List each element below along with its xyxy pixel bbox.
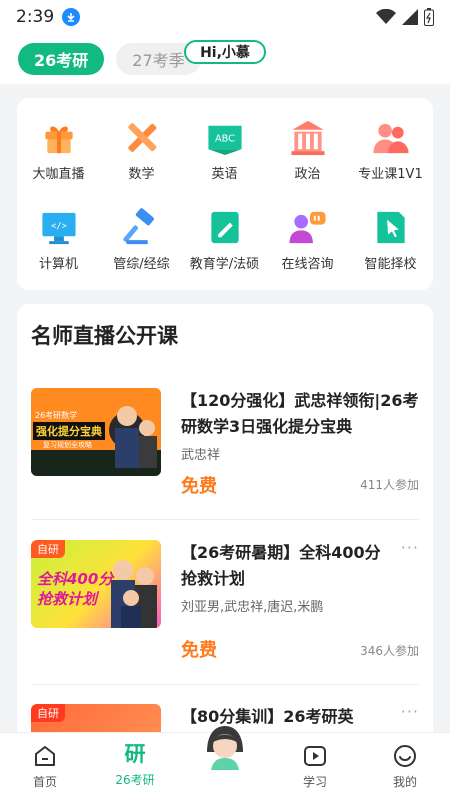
grid-item-politics[interactable]: 政治 xyxy=(266,98,349,182)
course-title: 【120分强化】武忠祥领衔|26考研数学3日强化提分宝典 xyxy=(181,391,419,436)
participant-count: 411人参加 xyxy=(360,478,419,492)
nav-study[interactable]: 学习 xyxy=(270,733,360,797)
grid-item-english[interactable]: ABC 英语 xyxy=(183,98,266,182)
nav-label: 首页 xyxy=(32,775,57,789)
grid-label: 数学 xyxy=(128,167,155,182)
gavel-icon xyxy=(122,208,154,245)
section-title: 名师直播公开课 xyxy=(31,324,178,348)
gift-icon xyxy=(44,126,73,154)
svg-text:</>: </> xyxy=(51,221,67,231)
abc-book-icon: ABC xyxy=(207,125,242,156)
nav-label: 26考研 xyxy=(115,773,155,787)
course-item[interactable]: 自研 全科400分 抢救计划 【26考研暑期】全科400分抢救计划 ··· 刘亚… xyxy=(31,538,419,670)
yan-char-icon: 研 xyxy=(124,742,146,766)
grid-item-1v1[interactable]: 专业课1V1 xyxy=(349,98,432,182)
assistant-label: Hi,小慕 xyxy=(200,45,250,61)
grid-label: 计算机 xyxy=(38,257,78,272)
thumb-tag: 26考研数学 xyxy=(35,411,78,420)
grid-item-math[interactable]: 数学 xyxy=(100,98,183,182)
course-section: 名师直播公开课 26考研数学 强化提分宝典 复习规划全攻略 【120分强化】武忠… xyxy=(17,304,433,744)
svg-text:ABC: ABC xyxy=(215,133,235,144)
grid-label: 在线咨询 xyxy=(281,257,334,272)
grid-item-computer[interactable]: </> 计算机 xyxy=(17,188,100,272)
home-icon xyxy=(35,746,55,766)
course-price: 免费 xyxy=(181,640,217,661)
thumb-title: 全科400分 xyxy=(37,570,114,588)
grid-item-school-select[interactable]: 智能择校 xyxy=(349,188,432,272)
nav-home[interactable]: 首页 xyxy=(0,733,90,797)
building-icon xyxy=(290,120,325,156)
assistant-button[interactable]: Hi,小慕 xyxy=(184,40,266,64)
download-icon xyxy=(62,8,81,26)
course-teacher: 武忠祥 xyxy=(181,448,221,463)
grid-item-consult[interactable]: 在线咨询 xyxy=(266,188,349,272)
grid-label: 政治 xyxy=(294,167,321,182)
status-bar: 2:39 xyxy=(0,0,450,34)
thumb-title: 强化提分宝典 xyxy=(33,422,105,440)
participant-count: 346人参加 xyxy=(360,644,419,658)
category-grid: 大咖直播 数学 ABC 英语 政治 专业课1V1 </> 计算机 管综/经综 教… xyxy=(17,98,433,290)
signal-icon xyxy=(402,9,418,25)
grid-item-education[interactable]: 教育学/法硕 xyxy=(183,188,266,272)
monitor-code-icon: </> xyxy=(41,212,76,245)
nav-mine[interactable]: 我的 xyxy=(360,733,450,797)
nav-label: 学习 xyxy=(302,775,327,789)
more-options-icon[interactable]: ··· xyxy=(401,538,419,557)
grid-label: 教育学/法硕 xyxy=(189,257,260,272)
nav-26kaoyan[interactable]: 研 26考研 xyxy=(90,733,180,797)
grid-label: 大咖直播 xyxy=(32,167,85,182)
book-pencil-icon xyxy=(210,211,239,244)
course-thumbnail: 26考研数学 强化提分宝典 复习规划全攻略 xyxy=(31,388,161,476)
course-teacher: 刘亚男,武忠祥,唐迟,米鹏 xyxy=(181,600,324,615)
grid-label: 管综/经综 xyxy=(113,257,170,272)
assistant-avatar-icon[interactable] xyxy=(199,722,251,770)
grid-label: 英语 xyxy=(211,167,238,182)
grid-label: 专业课1V1 xyxy=(358,167,423,182)
course-price: 免费 xyxy=(181,476,217,497)
pointer-icon xyxy=(376,211,405,244)
grid-item-management[interactable]: 管综/经综 xyxy=(100,188,183,272)
more-options-icon[interactable]: ··· xyxy=(401,702,419,721)
thumb-tag: 自研 xyxy=(31,540,65,558)
course-item[interactable]: 26考研数学 强化提分宝典 复习规划全攻略 【120分强化】武忠祥领衔|26考研… xyxy=(31,388,419,508)
divider xyxy=(31,684,419,685)
math-tools-icon xyxy=(127,123,156,152)
thumb-tag: 自研 xyxy=(31,704,65,722)
play-icon xyxy=(304,746,326,766)
tab-26kaoyan[interactable]: 26考研 xyxy=(18,43,105,75)
smiley-icon xyxy=(394,745,416,767)
course-title: 【26考研暑期】全科400分抢救计划 xyxy=(181,543,381,588)
chat-person-icon xyxy=(288,211,326,244)
nav-label: 我的 xyxy=(392,775,417,789)
status-time: 2:39 xyxy=(16,7,55,27)
grid-item-live[interactable]: 大咖直播 xyxy=(17,98,100,182)
wifi-icon xyxy=(376,9,396,24)
grid-label: 智能择校 xyxy=(364,257,417,272)
divider xyxy=(31,519,419,520)
course-thumbnail: 自研 全科400分 抢救计划 xyxy=(31,540,161,628)
thumb-subtitle: 复习规划全攻略 xyxy=(43,441,92,449)
battery-icon xyxy=(424,8,434,26)
thumb-title-2: 抢救计划 xyxy=(37,590,98,608)
people-icon xyxy=(372,123,409,154)
